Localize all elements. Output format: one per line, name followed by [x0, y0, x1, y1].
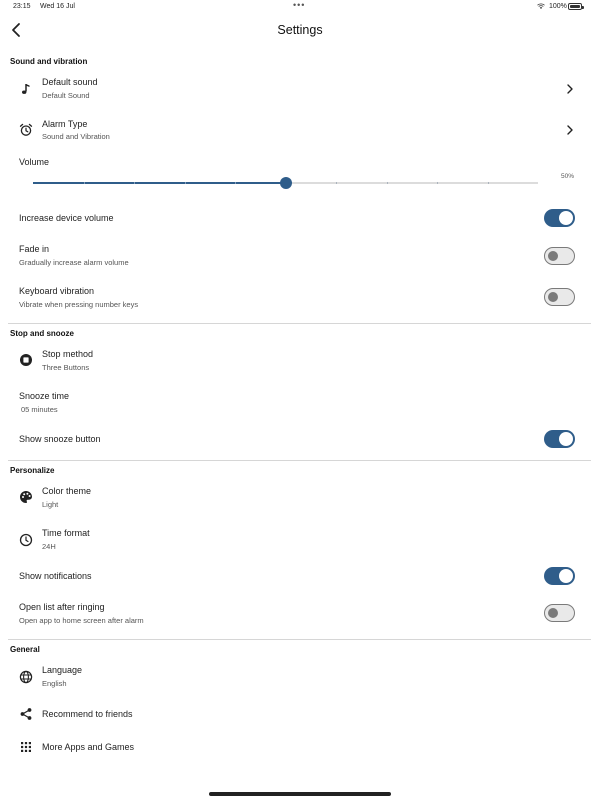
music-note-icon [22, 84, 30, 94]
snooze-time-title: Snooze time [19, 391, 70, 401]
share-icon [20, 708, 32, 720]
more-apps-title: More Apps and Games [42, 742, 135, 752]
alarm-clock-icon [19, 123, 33, 136]
stop-method-title: Stop method [42, 349, 94, 359]
multitask-dots[interactable]: ••• [293, 0, 305, 10]
volume-value: 50% [561, 173, 575, 180]
open-list-toggle[interactable] [544, 604, 575, 622]
language-subtitle: English [42, 679, 67, 688]
time-format-row[interactable]: Time format 24H [0, 525, 600, 557]
stop-method-subtitle: Three Buttons [42, 363, 90, 372]
fade-in-subtitle: Gradually increase alarm volume [19, 258, 129, 267]
alarm-type-title: Alarm Type [42, 119, 88, 129]
fade-in-toggle[interactable] [544, 247, 575, 265]
open-list-subtitle: Open app to home screen after alarm [19, 616, 144, 625]
snooze-time-subtitle: 05 minutes [21, 405, 58, 414]
stop-icon [20, 354, 32, 366]
default-sound-title: Default sound [42, 77, 98, 87]
default-sound-subtitle: Default Sound [42, 91, 90, 100]
slider-tick [235, 182, 236, 184]
toggle-knob [547, 250, 558, 261]
status-date: Wed 16 Jul [40, 3, 75, 10]
show-snooze-title: Show snooze button [19, 434, 101, 444]
keyboard-vibration-title: Keyboard vibration [19, 286, 95, 296]
fade-in-title: Fade in [19, 244, 50, 254]
default-sound-row[interactable]: Default sound Default Sound [0, 74, 600, 106]
language-row[interactable]: Language English [0, 662, 600, 694]
section-header-personalize: Personalize [10, 466, 55, 475]
volume-label: Volume [19, 157, 50, 167]
open-list-title: Open list after ringing [19, 602, 105, 612]
keyboard-vibration-toggle[interactable] [544, 288, 575, 306]
page-title: Settings [277, 23, 323, 37]
alarm-type-subtitle: Sound and Vibration [42, 132, 110, 141]
section-divider [8, 460, 591, 461]
palette-icon [20, 491, 32, 503]
show-notifications-toggle[interactable] [544, 567, 575, 585]
show-notifications-title: Show notifications [19, 571, 92, 581]
recommend-title: Recommend to friends [42, 709, 133, 719]
grid-icon [21, 742, 31, 752]
slider-tick [487, 182, 489, 184]
wifi-icon [537, 3, 545, 9]
slider-tick [83, 182, 85, 184]
section-header-sound: Sound and vibration [10, 57, 88, 66]
increase-volume-title: Increase device volume [19, 213, 114, 223]
language-title: Language [42, 665, 83, 675]
slider-tick [386, 182, 388, 184]
section-divider [8, 639, 591, 640]
color-theme-subtitle: Light [42, 500, 59, 509]
keyboard-vibration-subtitle: Vibrate when pressing number keys [19, 300, 139, 309]
toggle-knob [547, 291, 558, 302]
increase-volume-toggle[interactable] [544, 209, 575, 227]
globe-icon [19, 670, 33, 684]
stop-method-row[interactable]: Stop method Three Buttons [0, 346, 600, 378]
section-header-general: General [10, 645, 40, 654]
time-format-subtitle: 24H [42, 542, 56, 551]
toggle-knob [559, 569, 573, 583]
slider-tick [184, 182, 186, 184]
status-bar: 23:15 Wed 16 Jul ••• 100% [0, 0, 600, 14]
chevron-right-icon [567, 125, 573, 135]
section-divider [8, 323, 591, 324]
slider-tick [134, 182, 135, 184]
slider-tick [437, 182, 438, 184]
snooze-time-row[interactable]: Snooze time 05 minutes [0, 388, 600, 420]
toggle-knob [559, 432, 573, 446]
color-theme-title: Color theme [42, 486, 92, 496]
volume-slider-fill [33, 182, 286, 184]
recommend-row[interactable]: Recommend to friends [0, 703, 600, 727]
battery-icon [568, 3, 584, 10]
clock-icon [19, 533, 33, 547]
color-theme-row[interactable]: Color theme Light [0, 483, 600, 515]
show-snooze-toggle[interactable] [544, 430, 575, 448]
status-time: 23:15 [13, 3, 31, 10]
section-header-snooze: Stop and snooze [10, 329, 74, 338]
alarm-type-row[interactable]: Alarm Type Sound and Vibration [0, 116, 600, 148]
more-apps-row[interactable]: More Apps and Games [0, 736, 600, 760]
time-format-title: Time format [42, 528, 90, 538]
slider-tick [336, 182, 337, 184]
chevron-right-icon [567, 84, 573, 94]
toggle-knob [559, 211, 573, 225]
battery-percent: 100% [549, 3, 567, 10]
toggle-knob [547, 607, 558, 618]
home-indicator[interactable] [209, 792, 391, 796]
volume-slider-thumb[interactable] [279, 177, 292, 189]
